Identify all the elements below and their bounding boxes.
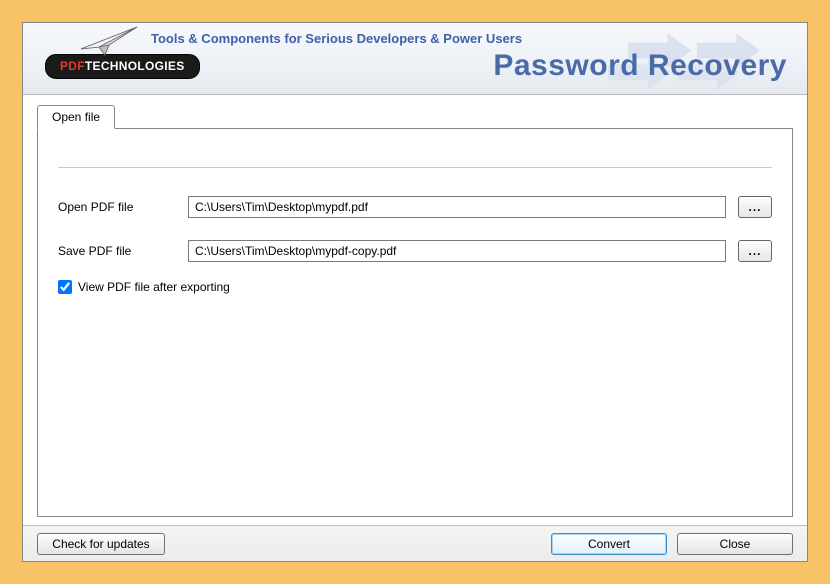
save-file-browse-button[interactable]: ...: [738, 240, 772, 262]
open-file-label: Open PDF file: [58, 200, 188, 214]
view-after-row: View PDF file after exporting: [58, 280, 772, 294]
view-after-checkbox[interactable]: [58, 280, 72, 294]
logo-badge: PDFTECHNOLOGIES: [45, 54, 200, 79]
app-window: PDFTECHNOLOGIES Tools & Components for S…: [22, 22, 808, 562]
body-area: Open file Open PDF file ... Save PDF fil…: [23, 95, 807, 525]
open-file-browse-button[interactable]: ...: [738, 196, 772, 218]
check-for-updates-button[interactable]: Check for updates: [37, 533, 165, 555]
tab-open-file[interactable]: Open file: [37, 105, 115, 129]
logo-text-suffix: TECHNOLOGIES: [85, 59, 185, 73]
paper-plane-icon: [79, 25, 141, 57]
view-after-label[interactable]: View PDF file after exporting: [78, 280, 230, 294]
header: PDFTECHNOLOGIES Tools & Components for S…: [23, 23, 807, 95]
convert-button[interactable]: Convert: [551, 533, 667, 555]
open-file-input[interactable]: [188, 196, 726, 218]
tab-panel-open-file: Open PDF file ... Save PDF file ... View…: [37, 128, 793, 517]
save-file-label: Save PDF file: [58, 244, 188, 258]
tab-strip: Open file: [37, 105, 793, 129]
tagline: Tools & Components for Serious Developer…: [151, 31, 522, 46]
save-file-input[interactable]: [188, 240, 726, 262]
save-file-row: Save PDF file ...: [58, 240, 772, 262]
logo-text-prefix: PDF: [60, 59, 85, 73]
footer: Check for updates Convert Close: [23, 525, 807, 561]
close-button[interactable]: Close: [677, 533, 793, 555]
product-title: Password Recovery: [493, 49, 787, 83]
panel-divider: [58, 167, 772, 168]
open-file-row: Open PDF file ...: [58, 196, 772, 218]
